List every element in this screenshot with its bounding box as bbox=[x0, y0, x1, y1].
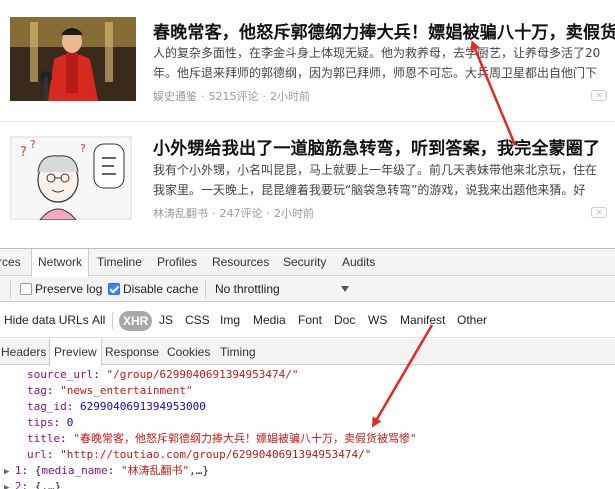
news-article[interactable]: ? ? ? 小外甥给我出了一道脑筋急转弯，听到答案，我完全蒙圈了 我有个小外甥，… bbox=[0, 124, 615, 242]
json-row-item[interactable]: ▶ 1: {media_name: "林涛乱翻书",…} bbox=[4, 463, 209, 479]
toolbar-divider bbox=[205, 281, 206, 298]
expand-triangle-icon[interactable]: ▶ bbox=[4, 467, 15, 477]
article-time: 2小时前 bbox=[270, 90, 310, 103]
svg-text:?: ? bbox=[20, 145, 27, 160]
article-thumbnail[interactable]: ? ? ? bbox=[10, 136, 132, 220]
filter-doc[interactable]: Doc bbox=[334, 303, 355, 338]
article-comments[interactable]: 247评论 bbox=[220, 207, 263, 220]
article-meta: 娱史通鉴 · 5215评论 · 2小时前 bbox=[153, 90, 310, 103]
tab-security[interactable]: Security bbox=[283, 249, 326, 276]
dislike-close-icon[interactable]: ✕ bbox=[591, 90, 607, 101]
expand-triangle-icon[interactable]: ▶ bbox=[4, 483, 15, 489]
request-detail-tabs: Headers Preview Response Cookies Timing bbox=[0, 339, 615, 366]
article-thumbnail[interactable] bbox=[10, 17, 136, 101]
toolbar-divider bbox=[112, 312, 113, 329]
tab-profiles[interactable]: Profiles bbox=[157, 249, 197, 276]
disable-cache-checkbox[interactable] bbox=[108, 283, 120, 295]
tab-preview[interactable]: Preview bbox=[49, 339, 102, 366]
article-source[interactable]: 娱史通鉴 bbox=[153, 90, 197, 103]
article-comments[interactable]: 5215评论 bbox=[209, 90, 259, 103]
json-row-tips: tips: 0 bbox=[27, 416, 74, 429]
devtools-main-tabbar: rces Network Timeline Profiles Resources… bbox=[0, 249, 615, 277]
filter-media[interactable]: Media bbox=[253, 303, 286, 338]
json-row-title: title: "春晚常客，他怒斥郭德纲力捧大兵！嫖娼被骗八十万，卖假货被骂惨" bbox=[27, 432, 417, 445]
json-row-tag: tag: "news_entertainment" bbox=[27, 384, 193, 397]
filter-css[interactable]: CSS bbox=[185, 303, 210, 338]
filter-other[interactable]: Other bbox=[457, 303, 487, 338]
throttling-select[interactable]: No throttling bbox=[215, 277, 280, 302]
preserve-log-checkbox[interactable] bbox=[20, 283, 32, 295]
network-toolbar: Preserve log Disable cache No throttling bbox=[0, 277, 615, 302]
filter-font[interactable]: Font bbox=[298, 303, 322, 338]
disable-cache-label[interactable]: Disable cache bbox=[123, 277, 198, 302]
tab-resources[interactable]: Resources bbox=[212, 249, 269, 276]
article-abstract: 我有个小外甥，小名叫昆昆，马上就要上一年级了。前几天表妹带他来北京玩，住在我家里… bbox=[153, 163, 598, 197]
filter-bar: Hide data URLs All XHR JS CSS Img Media … bbox=[0, 303, 615, 338]
filter-all[interactable]: All bbox=[92, 303, 105, 338]
article-time: 2小时前 bbox=[274, 207, 314, 220]
filter-manifest[interactable]: Manifest bbox=[400, 303, 445, 338]
json-row-tag-id: tag_id: 6299040691394953000 bbox=[27, 400, 206, 413]
tab-cookies[interactable]: Cookies bbox=[167, 339, 210, 365]
filter-js[interactable]: JS bbox=[159, 303, 173, 338]
svg-text:?: ? bbox=[30, 138, 36, 151]
tab-timing[interactable]: Timing bbox=[220, 339, 256, 365]
tab-headers[interactable]: Headers bbox=[1, 339, 46, 365]
filter-xhr[interactable]: XHR bbox=[119, 311, 153, 331]
news-article[interactable]: 春晚常客，他怒斥郭德纲力捧大兵！嫖娼被骗八十万，卖假货被骂惨 人的复杂多面性，在… bbox=[0, 0, 615, 118]
tab-sources[interactable]: rces bbox=[0, 249, 21, 276]
svg-text:?: ? bbox=[80, 142, 86, 155]
article-meta: 林涛乱翻书 · 247评论 · 2小时前 bbox=[153, 207, 314, 220]
tab-network[interactable]: Network bbox=[31, 249, 90, 277]
json-preview: source_url: "/group/6299040691394953474/… bbox=[0, 366, 615, 489]
article-abstract: 人的复杂多面性，在李金斗身上体现无疑。他为救养母，去学厨艺，让养母多活了20年。… bbox=[153, 46, 601, 80]
filter-hide-data-urls[interactable]: Hide data URLs bbox=[4, 303, 89, 338]
json-row-item[interactable]: ▶ 2: {,…} bbox=[4, 479, 61, 489]
article-title[interactable]: 小外甥给我出了一道脑筋急转弯，听到答案，我完全蒙圈了 bbox=[153, 134, 615, 159]
filter-ws[interactable]: WS bbox=[368, 303, 387, 338]
json-row-source-url: source_url: "/group/6299040691394953474/… bbox=[27, 368, 299, 381]
dislike-close-icon[interactable]: ✕ bbox=[591, 207, 607, 218]
dropdown-arrow-icon[interactable] bbox=[341, 286, 349, 292]
tab-timeline[interactable]: Timeline bbox=[97, 249, 142, 276]
news-feed: 春晚常客，他怒斥郭德纲力捧大兵！嫖娼被骗八十万，卖假货被骂惨 人的复杂多面性，在… bbox=[0, 0, 615, 248]
devtools-panel: rces Network Timeline Profiles Resources… bbox=[0, 248, 615, 489]
filter-img[interactable]: Img bbox=[220, 303, 240, 338]
article-divider bbox=[0, 121, 615, 122]
tab-audits[interactable]: Audits bbox=[342, 249, 375, 276]
preserve-log-label[interactable]: Preserve log bbox=[35, 277, 102, 302]
json-row-url: url: "http://toutiao.com/group/629904069… bbox=[27, 448, 372, 461]
toolbar-divider bbox=[10, 281, 11, 298]
tab-response[interactable]: Response bbox=[105, 339, 159, 365]
article-title[interactable]: 春晚常客，他怒斥郭德纲力捧大兵！嫖娼被骗八十万，卖假货被骂惨 bbox=[153, 18, 615, 43]
article-source[interactable]: 林涛乱翻书 bbox=[153, 207, 208, 220]
